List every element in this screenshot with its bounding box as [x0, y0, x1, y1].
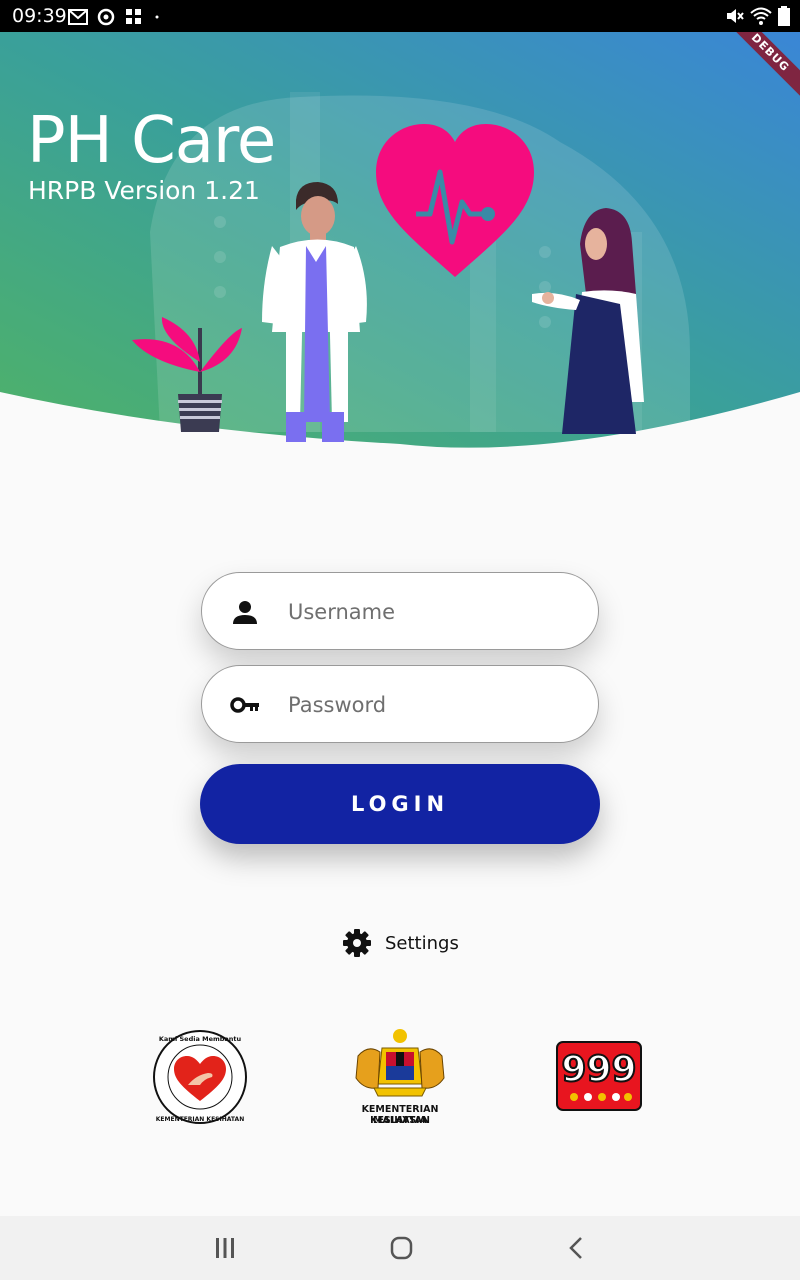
app-version: HRPB Version 1.21 — [28, 176, 260, 205]
back-icon — [569, 1237, 582, 1259]
settings-label: Settings — [385, 932, 459, 954]
kkm-heart-logo: Kami Sedia Membantu KEMENTERIAN KESIHATA… — [152, 1029, 248, 1125]
status-time: 09:39 — [12, 5, 67, 27]
svg-text:KEMENTERIAN KESIHATAN: KEMENTERIAN KESIHATAN — [156, 1116, 244, 1123]
system-nav-bar — [0, 1216, 800, 1280]
battery-icon — [778, 6, 790, 26]
back-button[interactable] — [557, 1232, 597, 1264]
password-field[interactable] — [201, 665, 599, 743]
home-button[interactable] — [381, 1232, 421, 1264]
recents-button[interactable] — [205, 1232, 245, 1264]
status-icons-left — [68, 7, 162, 27]
password-input[interactable] — [288, 684, 578, 726]
moh-caption-line2: MALAYSIA — [373, 1115, 427, 1126]
gear-icon — [343, 929, 371, 957]
settings-link[interactable]: Settings — [342, 928, 459, 958]
emergency-number: 999 — [561, 1049, 636, 1090]
hero-header: PH Care HRPB Version 1.21 — [0, 32, 800, 452]
login-button[interactable]: LOGIN — [200, 764, 600, 844]
person-icon — [233, 601, 257, 624]
status-icons-right — [724, 6, 790, 26]
home-icon — [390, 1236, 413, 1260]
username-input[interactable] — [288, 591, 578, 633]
emergency-999-logo[interactable]: 999 — [556, 1041, 642, 1111]
dot-icon — [155, 15, 159, 19]
svg-text:Kami Sedia Membantu: Kami Sedia Membantu — [159, 1035, 242, 1043]
app-title: PH Care — [27, 104, 276, 178]
hero-illustration — [0, 32, 800, 448]
status-bar: 09:39 — [0, 0, 800, 32]
moh-malaysia-logo: KEMENTERIAN KESIHATAN MALAYSIA — [338, 1026, 462, 1126]
mute-icon — [727, 9, 744, 23]
recents-icon — [216, 1238, 234, 1258]
sync-icon — [97, 8, 115, 26]
grid-icon — [126, 9, 141, 24]
username-field[interactable] — [201, 572, 599, 650]
wifi-icon — [750, 7, 772, 25]
key-icon — [230, 697, 259, 713]
gmail-icon — [68, 9, 88, 25]
